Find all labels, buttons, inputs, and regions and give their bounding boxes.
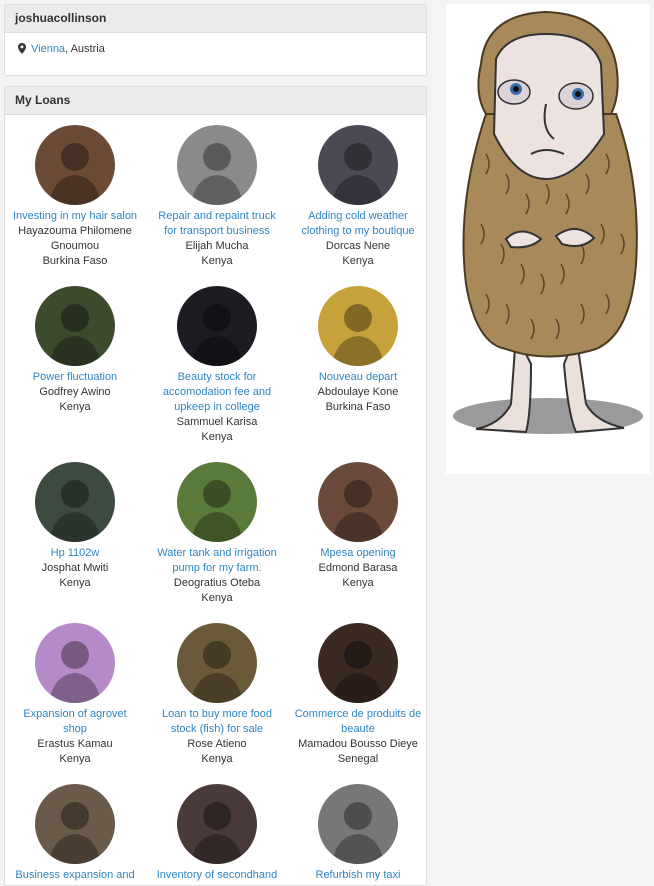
borrower-country: Burkina Faso	[325, 401, 391, 413]
borrower-country: Kenya	[201, 753, 233, 765]
my-loans-panel: My Loans Investing in my hair salon Hayaz…	[4, 86, 427, 886]
loan-title-link[interactable]: Power fluctuation	[10, 370, 140, 385]
borrower-name: Elijah Mucha	[185, 240, 249, 252]
borrower-name: Sammuel Karisa	[176, 416, 258, 428]
loan-card[interactable]: Expansion of agrovet shop Erastus Kamau Ke…	[10, 623, 140, 767]
borrower-photo[interactable]	[177, 462, 257, 542]
loan-title-link[interactable]: Adding cold weather clothing to my bouti…	[293, 209, 423, 239]
loan-card[interactable]: Adding cold weather clothing to my bouti…	[293, 125, 423, 269]
borrower-country: Burkina Faso	[42, 255, 108, 267]
borrower-name: Erastus Kamau	[37, 738, 113, 750]
borrower-country: Kenya	[201, 431, 233, 443]
loan-card[interactable]: Nouveau depart Abdoulaye Kone Burkina Faso	[293, 286, 423, 415]
borrower-country: Kenya	[342, 577, 374, 589]
borrower-name: Godfrey Awino	[39, 386, 111, 398]
loan-title-link[interactable]: Hp 1102w	[10, 546, 140, 561]
loan-title-link[interactable]: Expansion of agrovet shop	[10, 707, 140, 737]
borrower-name: Josphat Mwiti	[41, 562, 109, 574]
profile-panel: joshuacollinson Vienna, Austria	[4, 4, 427, 76]
borrower-country: Kenya	[201, 255, 233, 267]
loan-card[interactable]: Business expansion and	[10, 784, 140, 883]
borrower-photo[interactable]	[177, 125, 257, 205]
borrower-country: Kenya	[201, 592, 233, 604]
loan-card[interactable]: Commerce de produits de beaute Mamadou Bo…	[293, 623, 423, 767]
borrower-photo[interactable]	[35, 784, 115, 864]
loan-title-link[interactable]: Refurbish my taxi	[293, 868, 423, 883]
borrower-country: Kenya	[342, 255, 374, 267]
loan-title-link[interactable]: Commerce de produits de beaute	[293, 707, 423, 737]
borrower-name: Rose Atieno	[187, 738, 247, 750]
country-text: Austria	[70, 43, 105, 55]
loan-title-link[interactable]: Loan to buy more food stock (fish) for s…	[152, 707, 282, 737]
borrower-photo[interactable]	[318, 125, 398, 205]
borrower-photo[interactable]	[35, 623, 115, 703]
borrower-photo[interactable]	[177, 784, 257, 864]
bearded-man-illustration	[453, 10, 643, 434]
borrower-name: Abdoulaye Kone	[317, 386, 399, 398]
borrower-country: Kenya	[59, 577, 91, 589]
mascot-card	[446, 4, 650, 474]
borrower-photo[interactable]	[35, 286, 115, 366]
borrower-photo[interactable]	[35, 125, 115, 205]
borrower-name: Deogratius Oteba	[173, 577, 261, 589]
borrower-name: Dorcas Nene	[325, 240, 391, 252]
borrower-name: Mamadou Bousso Dieye	[298, 738, 418, 750]
borrower-country: Kenya	[59, 753, 91, 765]
borrower-photo[interactable]	[177, 286, 257, 366]
profile-username: joshuacollinson	[5, 5, 426, 33]
location-separator: ,	[65, 43, 69, 55]
borrower-country: Senegal	[337, 753, 379, 765]
loan-card[interactable]: Loan to buy more food stock (fish) for s…	[152, 623, 282, 767]
loan-card[interactable]: Refurbish my taxi	[293, 784, 423, 883]
loan-title-link[interactable]: Beauty stock for accomodation fee and up…	[152, 370, 282, 415]
borrower-country: Kenya	[59, 401, 91, 413]
loan-card[interactable]: Repair and repaint truck for transport b…	[152, 125, 282, 269]
borrower-photo[interactable]	[35, 462, 115, 542]
borrower-photo[interactable]	[318, 784, 398, 864]
loan-card[interactable]: Investing in my hair salon Hayazouma Phil…	[10, 125, 140, 269]
borrower-photo[interactable]	[177, 623, 257, 703]
loan-title-link[interactable]: Investing in my hair salon	[10, 209, 140, 224]
loan-card[interactable]: Mpesa opening Edmond Barasa Kenya	[293, 462, 423, 591]
loan-card[interactable]: Power fluctuation Godfrey Awino Kenya	[10, 286, 140, 415]
my-loans-title: My Loans	[5, 87, 426, 115]
loan-title-link[interactable]: Nouveau depart	[293, 370, 423, 385]
loan-title-link[interactable]: Business expansion and	[10, 868, 140, 883]
loan-title-link[interactable]: Mpesa opening	[293, 546, 423, 561]
city-link[interactable]: Vienna	[31, 43, 65, 55]
loan-card[interactable]: Inventory of secondhand	[152, 784, 282, 883]
borrower-photo[interactable]	[318, 286, 398, 366]
borrower-photo[interactable]	[318, 462, 398, 542]
borrower-photo[interactable]	[318, 623, 398, 703]
loan-card[interactable]: Hp 1102w Josphat Mwiti Kenya	[10, 462, 140, 591]
loan-card[interactable]: Water tank and irrigation pump for my fa…	[152, 462, 282, 606]
loan-title-link[interactable]: Repair and repaint truck for transport b…	[152, 209, 282, 239]
map-pin-icon	[18, 43, 26, 57]
loan-title-link[interactable]: Water tank and irrigation pump for my fa…	[152, 546, 282, 576]
borrower-name: Hayazouma Philomene Gnoumou	[18, 225, 132, 252]
borrower-name: Edmond Barasa	[318, 562, 398, 574]
location-row: Vienna, Austria	[5, 33, 426, 57]
loan-card[interactable]: Beauty stock for accomodation fee and up…	[152, 286, 282, 445]
loan-title-link[interactable]: Inventory of secondhand	[152, 868, 282, 883]
